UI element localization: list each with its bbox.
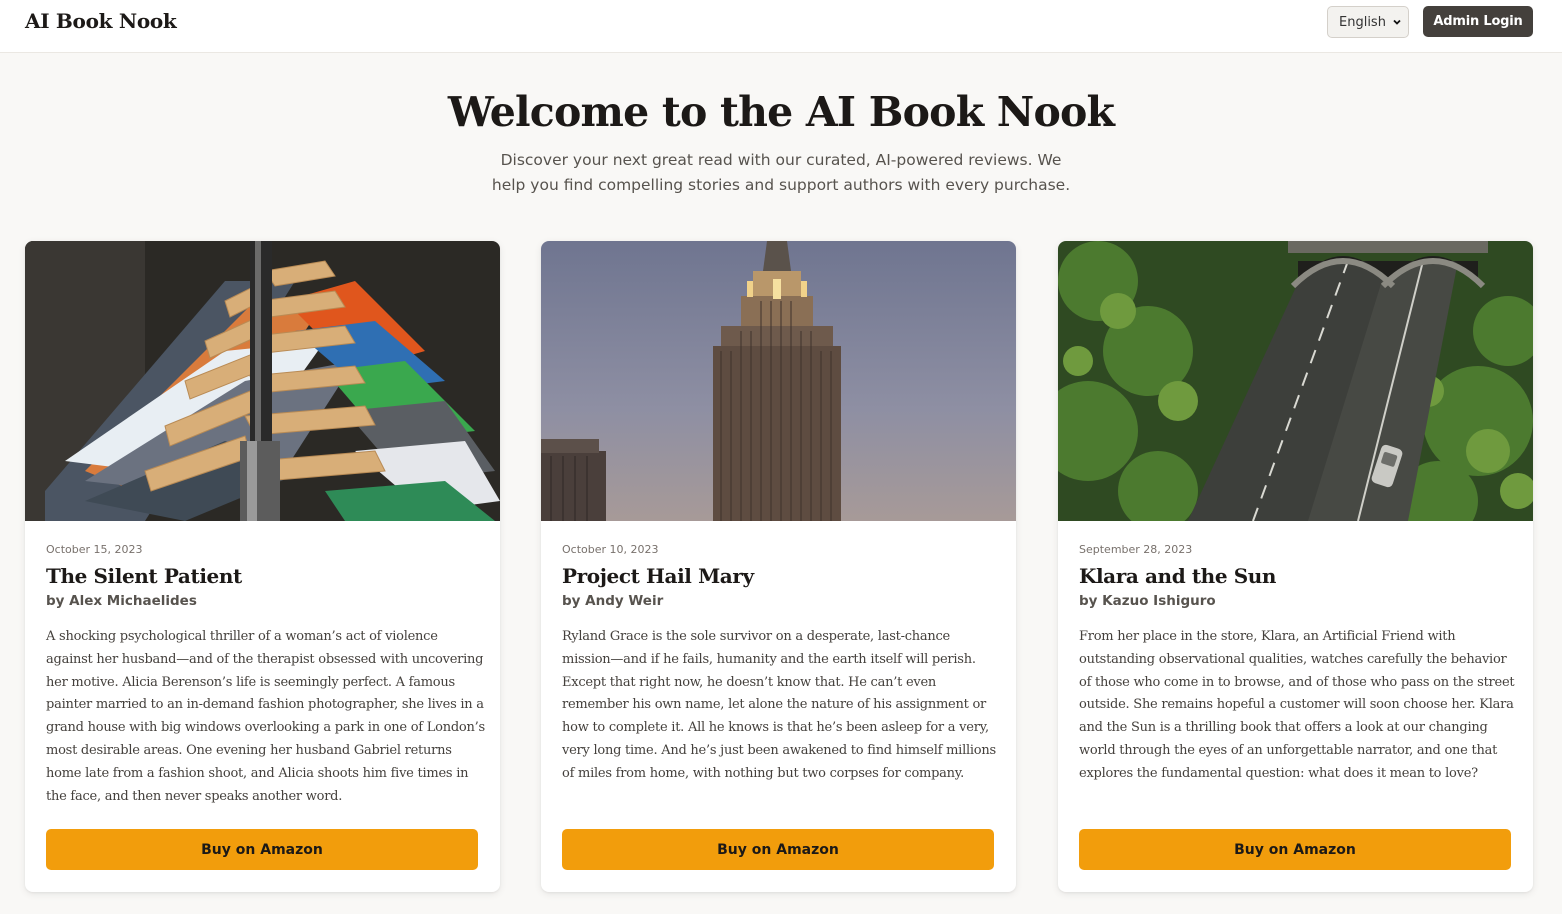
brand-logo[interactable]: AI Book Nook	[25, 9, 177, 33]
book-title[interactable]: The Silent Patient	[46, 564, 486, 588]
review-date: October 15, 2023	[46, 543, 143, 556]
admin-login-button[interactable]: Admin Login	[1423, 6, 1533, 37]
book-card: September 28, 2023 Klara and the Sun by …	[1058, 241, 1533, 892]
book-title[interactable]: Klara and the Sun	[1079, 564, 1519, 588]
book-description: Ryland Grace is the sole survivor on a d…	[562, 629, 996, 781]
book-card: October 15, 2023 The Silent Patient by A…	[25, 241, 500, 892]
book-description: A shocking psychological thriller of a w…	[46, 629, 485, 804]
subtitle-line-1: Discover your next great read with our c…	[500, 151, 1062, 169]
subtitle-line-2: help you find compelling stories and sup…	[491, 176, 1071, 194]
language-select[interactable]: English	[1327, 6, 1409, 38]
buy-on-amazon-button[interactable]: Buy on Amazon	[562, 829, 994, 870]
page-title: Welcome to the AI Book Nook	[447, 88, 1115, 136]
book-card: October 10, 2023 Project Hail Mary by An…	[541, 241, 1016, 892]
book-author: by Andy Weir	[562, 593, 664, 609]
language-select-value: English	[1339, 14, 1386, 30]
review-date: September 28, 2023	[1079, 543, 1193, 556]
book-author: by Kazuo Ishiguro	[1079, 593, 1216, 609]
book-title[interactable]: Project Hail Mary	[562, 564, 1002, 588]
book-cover-image	[25, 241, 500, 521]
review-date: October 10, 2023	[562, 543, 659, 556]
page-subtitle: Discover your next great read with our c…	[461, 148, 1101, 198]
book-description: From her place in the store, Klara, an A…	[1079, 629, 1515, 781]
book-cover-image	[1058, 241, 1533, 521]
chevron-down-icon	[1393, 19, 1401, 25]
book-author: by Alex Michaelides	[46, 593, 197, 609]
buy-on-amazon-button[interactable]: Buy on Amazon	[1079, 829, 1511, 870]
book-cover-image	[541, 241, 1016, 521]
site-header: AI Book Nook English Admin Login	[0, 0, 1562, 53]
buy-on-amazon-button[interactable]: Buy on Amazon	[46, 829, 478, 870]
